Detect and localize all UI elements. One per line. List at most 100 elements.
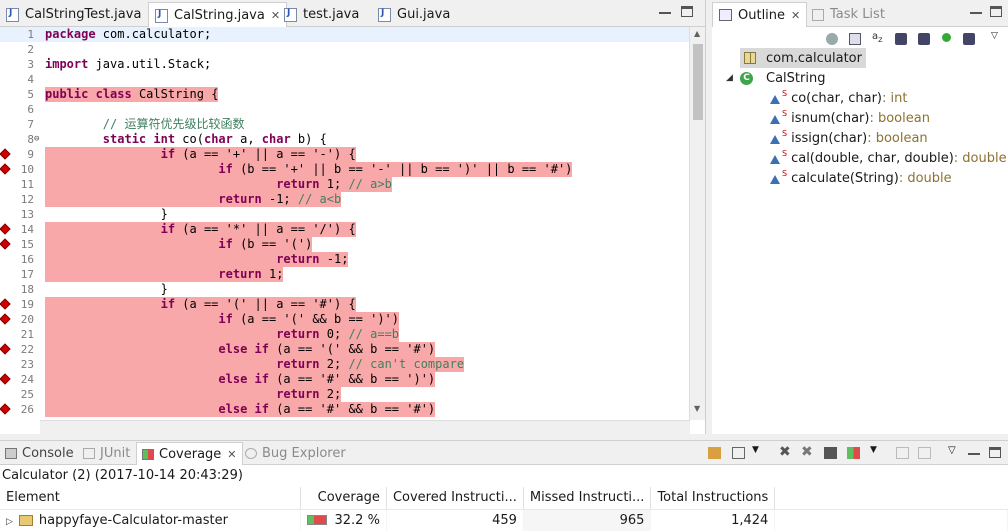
minimize-icon[interactable]	[970, 6, 982, 14]
tab-test[interactable]: test.java	[278, 2, 365, 27]
code-line[interactable]: 3 import java.util.Stack;	[0, 57, 690, 72]
col-covered[interactable]: Covered Instructi...	[386, 487, 524, 510]
covered-cell: 459	[386, 509, 524, 531]
code-line[interactable]: 23 return 2; // can't compare	[0, 357, 690, 372]
coverage-marker-icon[interactable]	[0, 238, 11, 250]
col-element[interactable]: Element	[0, 487, 301, 510]
coverage-marker-icon[interactable]	[0, 148, 11, 160]
tab-console[interactable]: Console	[0, 442, 79, 465]
sort-alpha-icon[interactable]: az	[872, 31, 884, 44]
close-icon[interactable]: ✕	[227, 448, 236, 461]
outline-method[interactable]: Sisnum(char) : boolean	[770, 108, 930, 128]
code-line[interactable]: 22 else if (a == '(' && b == '#')	[0, 342, 690, 357]
code-line[interactable]: 1 package com.calculator;	[0, 27, 690, 42]
code-line[interactable]: 11 return 1; // a>b	[0, 177, 690, 192]
code-line[interactable]: 7 // 运算符优先级比较函数	[0, 117, 690, 132]
maximize-icon[interactable]	[989, 447, 1001, 458]
coverage-marker-icon[interactable]	[0, 223, 11, 235]
outline-method[interactable]: Sissign(char) : boolean	[770, 128, 928, 148]
code-line[interactable]: 9 if (a == '+' || a == '-') {	[0, 147, 690, 162]
code-line[interactable]: 13 }	[0, 207, 690, 222]
tab-coverage[interactable]: Coverage ✕	[136, 442, 243, 465]
hide-static-icon[interactable]	[918, 33, 930, 45]
code-line[interactable]: 4	[0, 72, 690, 87]
remove-session-icon[interactable]: ✖	[779, 444, 792, 460]
coverage-marker-icon[interactable]	[0, 373, 11, 385]
code-editor[interactable]: 1 package com.calculator; 2 3 import java.ut…	[0, 27, 705, 434]
coverage-marker-icon[interactable]	[0, 163, 11, 175]
relaunch-icon[interactable]	[708, 447, 721, 459]
fold-icon[interactable]: ⊖	[34, 132, 39, 147]
scroll-thumb[interactable]	[693, 44, 703, 120]
col-coverage[interactable]: Coverage	[300, 487, 387, 510]
code-line[interactable]: 25 return 2;	[0, 387, 690, 402]
hide-nonpublic-icon[interactable]	[942, 33, 951, 42]
code-line[interactable]: 19 if (a == '(' || a == '#') {	[0, 297, 690, 312]
code-line[interactable]: 14 if (a == '*' || a == '/') {	[0, 222, 690, 237]
tab-outline[interactable]: Outline ✕	[712, 2, 808, 27]
merge-icon[interactable]	[824, 447, 837, 459]
code-line[interactable]: 16 return -1;	[0, 252, 690, 267]
view-menu-icon[interactable]: ▽	[991, 31, 1003, 43]
coverage-marker-icon[interactable]	[0, 313, 11, 325]
hide-fields-icon[interactable]	[895, 33, 907, 45]
code-line[interactable]: 8 ⊖ static int co(char a, char b) {	[0, 132, 690, 147]
outline-method[interactable]: Scalculate(String) : double	[770, 168, 952, 188]
dropdown-icon[interactable]: ▼	[752, 445, 765, 457]
maximize-icon[interactable]	[990, 6, 1002, 17]
code-line[interactable]: 18 }	[0, 282, 690, 297]
bottom-tab-bar: Console JUnit Coverage ✕ Bug Explorer ▼ …	[0, 441, 1008, 465]
expand-twisty-icon[interactable]: ◢	[726, 73, 740, 83]
code-line[interactable]: 6	[0, 102, 690, 117]
code-line[interactable]: 21 return 0; // a==b	[0, 327, 690, 342]
close-icon[interactable]: ✕	[791, 9, 800, 22]
code-line[interactable]: 15 if (b == '(')	[0, 237, 690, 252]
outline-class[interactable]: ◢ C CalString	[726, 68, 825, 88]
tab-gui[interactable]: Gui.java	[372, 2, 456, 27]
minimize-icon[interactable]	[968, 447, 980, 455]
select-session-icon[interactable]	[847, 447, 860, 459]
code-line[interactable]: 12 return -1; // a<b	[0, 192, 690, 207]
code-line[interactable]: 2	[0, 42, 690, 57]
remove-all-icon[interactable]: ✖	[801, 444, 814, 460]
outline-package[interactable]: com.calculator	[740, 48, 866, 68]
coverage-table[interactable]: Element Coverage Covered Instructi... Mi…	[0, 487, 1008, 531]
coverage-marker-icon[interactable]	[0, 403, 11, 415]
view-menu-icon[interactable]: ▽	[948, 445, 961, 457]
collapse-all-icon[interactable]	[896, 447, 909, 459]
col-total[interactable]: Total Instructions	[650, 487, 776, 510]
horizontal-scrollbar[interactable]	[40, 420, 690, 434]
scroll-down-icon[interactable]: ▼	[694, 404, 700, 413]
minimize-icon[interactable]	[659, 6, 671, 14]
coverage-marker-icon[interactable]	[0, 298, 11, 310]
outline-method[interactable]: Scal(double, char, double) : double	[770, 148, 1007, 168]
collapse-all-icon[interactable]	[849, 33, 861, 45]
code-line[interactable]: 17 return 1;	[0, 267, 690, 282]
code-line[interactable]: 20 if (a == '(' && b == ')')	[0, 312, 690, 327]
code-line[interactable]: 24 else if (a == '#' && b == ')')	[0, 372, 690, 387]
code-line[interactable]: 5 public class CalString {	[0, 87, 690, 102]
dump-icon[interactable]	[732, 447, 745, 459]
sort-icon[interactable]	[826, 33, 838, 45]
code-text: return 1;	[45, 267, 284, 282]
coverage-marker-icon[interactable]	[0, 343, 11, 355]
code-text: if (a == '+' || a == '-') {	[45, 147, 356, 162]
tab-calstring[interactable]: CalString.java ✕	[148, 2, 288, 28]
maximize-icon[interactable]	[681, 6, 693, 17]
hide-local-types-icon[interactable]	[963, 33, 975, 45]
expand-icon[interactable]: ▷	[6, 517, 13, 527]
tab-junit[interactable]: JUnit	[78, 442, 135, 465]
tab-task-list[interactable]: Task List	[806, 2, 891, 27]
tab-calstringtest[interactable]: CalStringTest.java	[0, 2, 147, 27]
link-icon[interactable]	[918, 447, 931, 459]
scroll-up-icon[interactable]: ▲	[694, 29, 700, 38]
outline-method[interactable]: Sco(char, char) : int	[770, 88, 907, 108]
code-line[interactable]: 10 if (b == '+' || b == '-' || b == ')' …	[0, 162, 690, 177]
code-text: import java.util.Stack;	[45, 57, 212, 71]
dropdown-icon[interactable]: ▼	[870, 445, 883, 457]
table-row[interactable]: ▷ happyfaye-Calculator-master 32.2 % 459 …	[0, 509, 1008, 531]
tab-bug-explorer[interactable]: Bug Explorer	[240, 442, 351, 465]
code-line[interactable]: 26 else if (a == '#' && b == '#')	[0, 402, 690, 417]
vertical-scrollbar[interactable]: ▲ ▼	[689, 27, 705, 420]
col-missed[interactable]: Missed Instructi...	[523, 487, 652, 510]
